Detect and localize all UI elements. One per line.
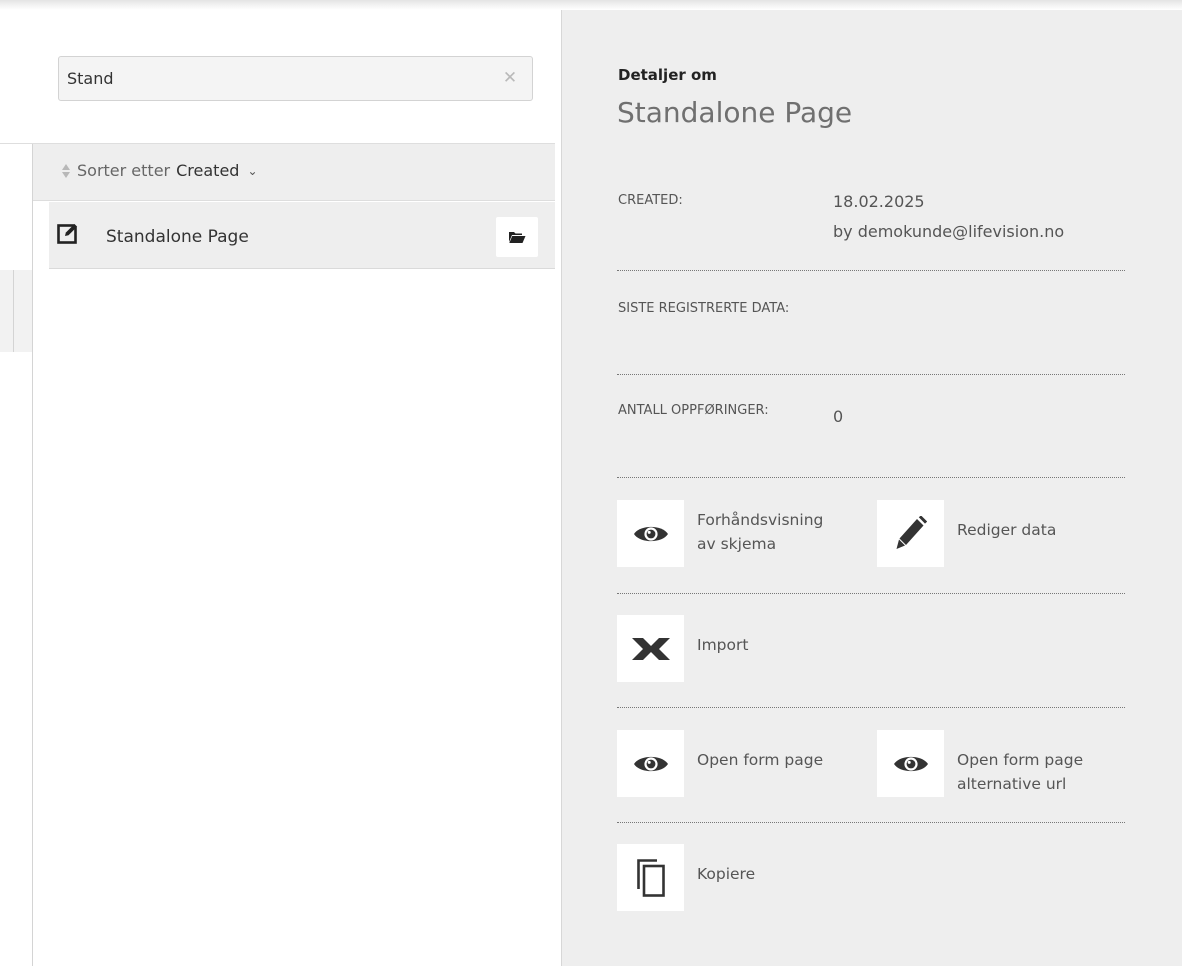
created-date: 18.02.2025 [833, 192, 925, 211]
chevron-down-icon: ⌄ [247, 163, 258, 178]
preview-form-label: av skjema [697, 535, 777, 553]
sort-button[interactable]: Sorter etter Created ⌄ [61, 161, 258, 180]
copy-label: Kopiere [697, 865, 756, 883]
forms-list-panel: ✕ Sorter etter Created ⌄ Standalone Page [0, 10, 561, 966]
open-form-page-alt-label: Open form page [957, 751, 1084, 769]
divider [617, 374, 1125, 375]
sort-bar: Sorter etter Created ⌄ [33, 144, 555, 201]
details-title: Standalone Page [617, 96, 853, 129]
sort-icon [61, 162, 71, 180]
open-form-page-alt-label: alternative url [957, 775, 1067, 793]
clear-search-icon[interactable]: ✕ [500, 68, 520, 88]
list-item-label: Standalone Page [106, 227, 249, 247]
eye-icon [633, 526, 668, 541]
panel-divider [13, 270, 14, 352]
import-button[interactable]: Import [617, 615, 867, 682]
edit-data-label: Rediger data [957, 521, 1057, 539]
eye-icon [633, 756, 668, 771]
created-by: by demokunde@lifevision.no [833, 222, 1065, 241]
pencil-icon [896, 515, 927, 549]
entry-count-label: ANTALL OPPFØRINGER: [618, 403, 769, 418]
divider [617, 477, 1125, 478]
list-item[interactable]: Standalone Page [49, 202, 555, 269]
open-form-page-button[interactable]: Open form page [617, 730, 867, 797]
excel-icon [631, 637, 670, 660]
edit-icon [57, 222, 79, 244]
open-form-page-label: Open form page [697, 751, 824, 769]
search-input[interactable] [59, 57, 479, 100]
copy-icon [636, 858, 665, 897]
divider [617, 270, 1125, 271]
import-label: Import [697, 636, 749, 654]
details-panel: Detaljer om Standalone Page CREATED: 18.… [561, 10, 1182, 966]
divider [617, 593, 1125, 594]
edit-data-icon-tile [877, 500, 944, 567]
window-top-edge [0, 0, 1182, 10]
import-icon-tile [617, 615, 684, 682]
preview-icon-tile [617, 500, 684, 567]
divider [617, 822, 1125, 823]
eye-icon [893, 756, 928, 771]
details-kicker: Detaljer om [618, 66, 717, 84]
folder-open-icon [509, 232, 526, 243]
entry-count-value: 0 [833, 407, 844, 426]
last-data-label: SISTE REGISTRERTE DATA: [618, 301, 790, 316]
sort-key: Created [176, 161, 240, 180]
edit-data-button[interactable]: Rediger data [877, 500, 1127, 567]
open-folder-button[interactable] [496, 217, 538, 257]
created-label: CREATED: [618, 193, 683, 208]
divider [617, 707, 1125, 708]
background-list-row [0, 270, 33, 352]
search-field[interactable]: ✕ [58, 56, 533, 101]
open-form-page-alt-url-button[interactable]: Open form page alternative url [877, 730, 1127, 797]
open-form-icon-tile [617, 730, 684, 797]
preview-form-button[interactable]: Forhåndsvisning av skjema [617, 500, 867, 567]
open-form-alt-icon-tile [877, 730, 944, 797]
copy-icon-tile [617, 844, 684, 911]
panel-divider [32, 143, 33, 966]
sort-prefix: Sorter etter [77, 161, 171, 180]
preview-form-label: Forhåndsvisning [697, 511, 824, 529]
copy-button[interactable]: Kopiere [617, 844, 867, 911]
